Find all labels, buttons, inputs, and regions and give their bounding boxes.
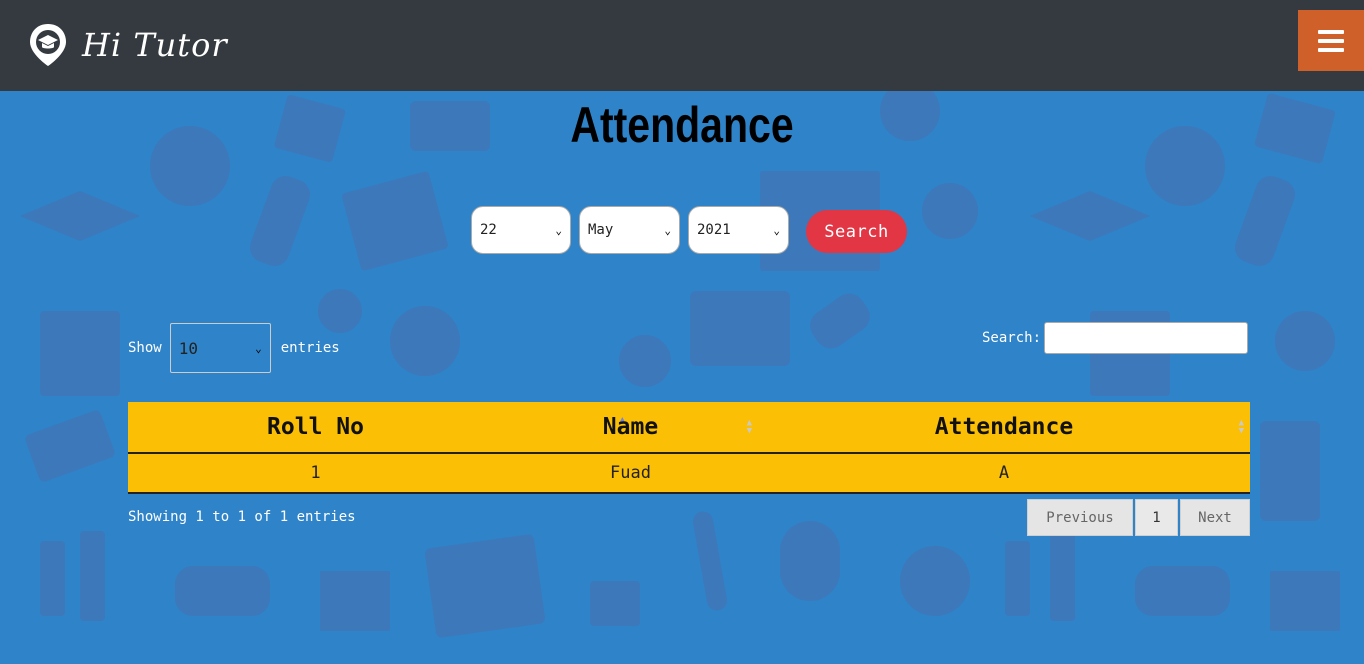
year-select-value: 2021	[697, 222, 731, 238]
next-button[interactable]: Next	[1180, 499, 1250, 536]
column-header-roll-no[interactable]: Roll No ▲	[128, 414, 625, 440]
chevron-down-icon: ⌄	[255, 341, 262, 355]
column-header-label: Name	[602, 414, 659, 440]
month-select-value: May	[588, 222, 614, 238]
page-title: Attendance	[570, 97, 794, 153]
chevron-down-icon: ⌄	[555, 223, 562, 237]
column-header-name[interactable]: Name ▲ ▼	[503, 414, 758, 440]
table-header-row: Roll No ▲ Name ▲ ▼ Attendance ▲ ▼	[128, 402, 1250, 454]
page-1-button[interactable]: 1	[1135, 499, 1178, 536]
month-select[interactable]: May ⌄	[579, 206, 680, 254]
day-select[interactable]: 22 ⌄	[471, 206, 571, 254]
show-label: Show	[128, 340, 162, 356]
menu-button[interactable]	[1298, 10, 1364, 71]
brand[interactable]: Hi Tutor	[28, 22, 228, 68]
column-header-attendance[interactable]: Attendance ▲ ▼	[758, 414, 1250, 440]
year-select[interactable]: 2021 ⌄	[688, 206, 789, 254]
column-header-label: Attendance	[934, 414, 1074, 440]
hamburger-icon-bar	[1318, 29, 1344, 34]
entries-length-control: Show 10 ⌄ entries	[128, 323, 340, 373]
entries-select-value: 10	[178, 338, 198, 358]
cell-attendance: A	[998, 463, 1010, 483]
pagination: Previous 1 Next	[1027, 499, 1250, 536]
sort-both-icon: ▲ ▼	[1238, 418, 1244, 436]
table-search-input[interactable]	[1044, 322, 1249, 354]
cell-name: Fuad	[610, 463, 651, 483]
table-info: Showing 1 to 1 of 1 entries	[128, 509, 356, 525]
table-row: 1 Fuad A	[128, 454, 1250, 494]
logo-icon	[30, 24, 66, 66]
brand-name: Hi Tutor	[82, 26, 228, 64]
date-filters: 22 ⌄ May ⌄ 2021 ⌄	[471, 206, 797, 254]
attendance-table: Roll No ▲ Name ▲ ▼ Attendance ▲ ▼ 1 Fuad A	[128, 402, 1250, 494]
cell-roll-no: 1	[310, 463, 321, 483]
chevron-down-icon: ⌄	[773, 223, 780, 237]
table-search-label: Search:	[982, 330, 1042, 346]
chevron-down-icon: ⌄	[664, 223, 671, 237]
navbar: Hi Tutor	[0, 0, 1364, 91]
entries-label: entries	[280, 340, 340, 356]
search-button[interactable]: Search	[806, 210, 907, 253]
hamburger-icon-bar	[1318, 38, 1344, 43]
background-education-pattern	[20, 91, 1340, 638]
entries-select[interactable]: 10 ⌄	[169, 323, 271, 373]
previous-button[interactable]: Previous	[1027, 499, 1133, 536]
day-select-value: 22	[480, 222, 497, 238]
sort-both-icon: ▲ ▼	[746, 418, 752, 436]
table-search-control: Search:	[982, 322, 1249, 354]
hamburger-icon-bar	[1318, 47, 1344, 52]
column-header-label: Roll No	[267, 414, 364, 440]
